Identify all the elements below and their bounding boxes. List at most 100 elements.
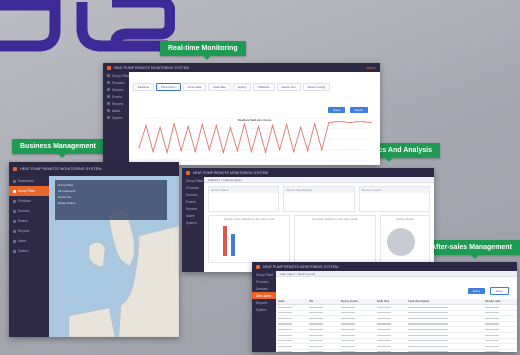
data-point [328, 122, 330, 124]
business-titlebar: HEAT PUMP REMOTE MONITORING SYSTEM [9, 162, 179, 176]
data-point [370, 122, 372, 124]
cell-placeholder [376, 323, 391, 325]
cell-placeholder [485, 328, 500, 331]
sidebar-item[interactable]: Devices [103, 86, 129, 93]
cell-placeholder [309, 345, 324, 347]
data-point [187, 125, 189, 127]
sidebar-item-dashboard[interactable]: Dashboard [9, 176, 49, 186]
data-point [243, 123, 246, 125]
cell-placeholder [278, 334, 292, 336]
sidebar-item-events[interactable]: Events [9, 216, 49, 226]
cell-placeholder [309, 351, 324, 352]
group-menu-panel: Group Plant All Customers Device list De… [55, 180, 167, 220]
sidebar-item[interactable]: Alarm [103, 107, 129, 114]
data-point [159, 126, 161, 128]
tab-statistics[interactable]: Statistics [253, 83, 275, 91]
table-row[interactable] [276, 349, 517, 352]
tab-history[interactable]: History [232, 83, 252, 91]
aftersales-titlebar: HEAT PUMP REMOTE MONITORING SYSTEM [252, 262, 517, 271]
menu-icon [107, 95, 110, 98]
menu-row[interactable]: Device Status [58, 200, 164, 206]
tab-device-config[interactable]: Device Config [302, 83, 330, 91]
reports-icon [13, 229, 16, 233]
data-point [215, 124, 217, 127]
export-button[interactable]: Export [349, 107, 368, 113]
sidebar-item[interactable]: Products [103, 79, 129, 86]
map-area[interactable]: Group Plant All Customers Device list De… [49, 176, 179, 337]
sidebar-item[interactable]: Reports [182, 205, 204, 212]
cell-placeholder [376, 351, 391, 352]
sidebar-item[interactable]: Devices [182, 191, 204, 198]
tab-parameters[interactable]: Parameters [156, 83, 181, 91]
data-point [314, 123, 316, 125]
tab-fault-data[interactable]: Fault data [208, 83, 231, 91]
sidebar-item-devices[interactable]: Devices [9, 206, 49, 216]
online-bar [231, 234, 235, 256]
realtime-window: HEAT PUMP REMOTE MONITORING SYSTEM Admin… [103, 63, 380, 165]
sidebar-item-reports[interactable]: Reports [9, 226, 49, 236]
status-card: Device Status [208, 186, 280, 212]
cell-placeholder [408, 312, 449, 314]
data-point [264, 151, 267, 154]
menu-icon [107, 81, 110, 84]
sidebar-item[interactable]: Events [182, 198, 204, 205]
sidebar-item[interactable]: Events [103, 93, 129, 100]
devices-icon [13, 209, 16, 213]
cell-placeholder [340, 340, 355, 342]
sidebar-item[interactable]: Reports [252, 299, 276, 306]
data-point [257, 125, 260, 127]
tab-device-info[interactable]: Device Info [276, 83, 301, 91]
cell-placeholder [408, 328, 449, 331]
sidebar-item[interactable]: Devices [252, 285, 276, 292]
sidebar-item[interactable]: System [182, 219, 204, 226]
sidebar-item-system[interactable]: System [9, 246, 49, 256]
events-icon [13, 219, 16, 223]
sidebar-item[interactable]: Reports [103, 100, 129, 107]
alarm-icon [13, 239, 16, 243]
sidebar-item-alarm[interactable]: Alarm [9, 236, 49, 246]
sidebar-item[interactable]: System [252, 306, 276, 313]
app-title: HEAT PUMP REMOTE MONITORING SYSTEM [193, 170, 268, 175]
cell-placeholder [309, 334, 324, 336]
cell-placeholder [408, 340, 449, 342]
cell-placeholder [278, 345, 292, 347]
sidebar-item[interactable]: Group Plant [252, 271, 276, 278]
online-bar-panel: Device online statistics in the past mon… [208, 215, 290, 263]
data-point [194, 151, 196, 153]
menu-icon [107, 102, 110, 105]
data-point [293, 151, 295, 153]
dashboard-icon [13, 179, 16, 183]
cell-placeholder [278, 351, 292, 352]
manufacturer-card: Device Manufacturer [283, 186, 355, 212]
data-point [335, 121, 337, 123]
sidebar-item[interactable]: Products [252, 278, 276, 285]
tab-curve-data[interactable]: Curve data [182, 83, 207, 91]
app-logo-icon [256, 264, 260, 269]
sidebar-item[interactable]: Group Plant [103, 72, 129, 79]
data-point [180, 150, 182, 152]
sidebar-item[interactable]: System [103, 114, 129, 121]
callout-realtime: Real-time Monitoring [160, 41, 246, 60]
app-title: HEAT PUMP REMOTE MONITORING SYSTEM [114, 65, 189, 70]
sidebar-item[interactable]: Alarm [182, 212, 204, 219]
app-title: HEAT PUMP REMOTE MONITORING SYSTEM [263, 264, 338, 269]
sidebar-item[interactable]: After-sales [252, 292, 276, 299]
cell-placeholder [408, 306, 449, 308]
cell-placeholder [408, 317, 449, 319]
query-button[interactable]: Query [327, 107, 346, 113]
group-icon [13, 189, 16, 193]
data-point [201, 123, 203, 126]
sidebar-item[interactable]: Group Plant [182, 177, 204, 184]
sidebar-item[interactable]: Products [182, 184, 204, 191]
table-cell [307, 349, 339, 352]
reset-button[interactable]: Reset [489, 287, 509, 295]
query-button[interactable]: Query [467, 288, 486, 294]
user-menu[interactable]: Admin [366, 66, 376, 70]
sidebar-item-group-plant[interactable]: Group Plant [9, 186, 49, 196]
hotwater-panel: Hot water statistics in the past month [294, 215, 376, 263]
tab-realtime[interactable]: Realtime [133, 83, 155, 91]
aftersales-sidebar: Group Plant Products Devices After-sales… [252, 271, 276, 352]
series-line [138, 121, 372, 155]
sidebar-item-products[interactable]: Products [9, 196, 49, 206]
cell-placeholder [340, 323, 355, 325]
